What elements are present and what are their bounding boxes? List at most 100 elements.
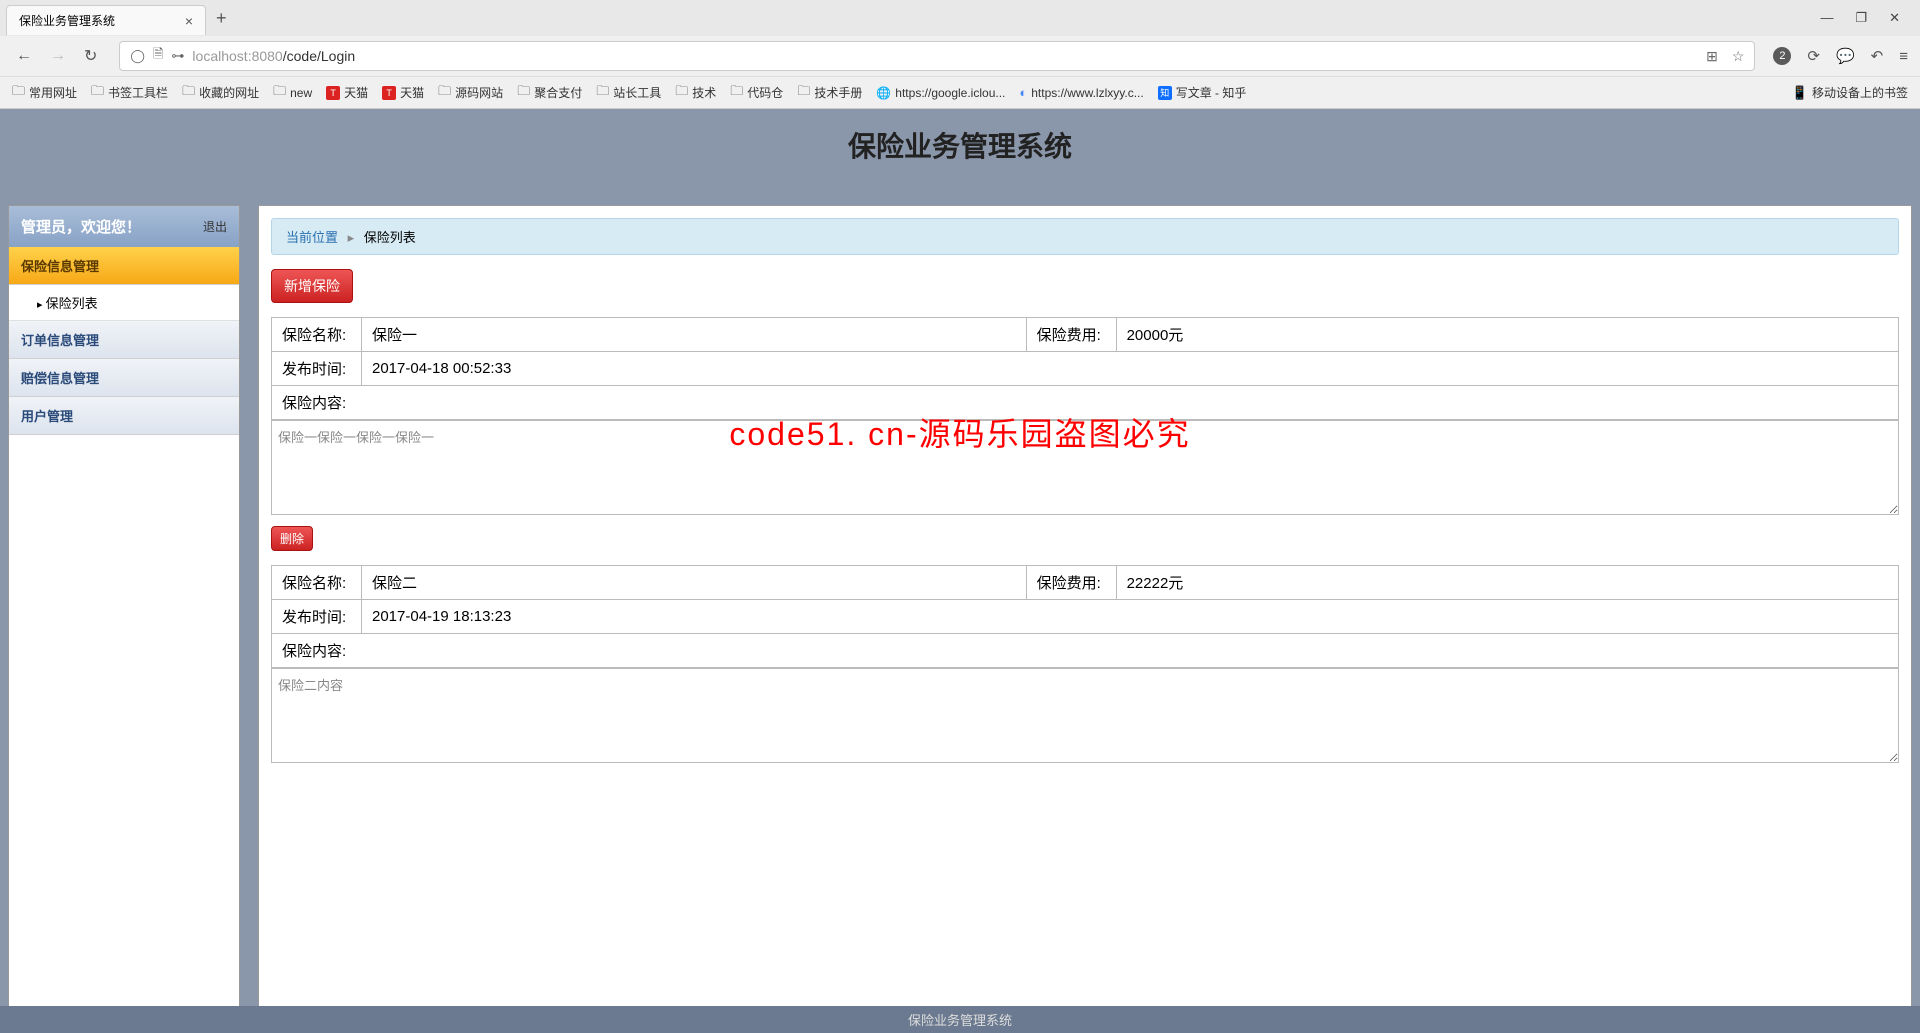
sync-icon[interactable]: ↶ xyxy=(1871,47,1884,65)
browser-tab[interactable]: 保险业务管理系统 × xyxy=(6,5,206,35)
footer: 保险业务管理系统 xyxy=(0,1006,1920,1033)
content-textarea[interactable] xyxy=(271,668,1899,763)
label-fee: 保险费用: xyxy=(1026,318,1116,352)
folder-icon xyxy=(797,82,810,104)
folder-icon xyxy=(273,82,286,104)
label-content: 保险内容: xyxy=(272,634,1899,668)
bookmark-item[interactable]: 代码仓 xyxy=(730,82,783,104)
tab-title: 保险业务管理系统 xyxy=(19,12,115,29)
bookmark-item[interactable]: T天猫 xyxy=(382,84,424,101)
value-fee: 22222元 xyxy=(1116,566,1898,600)
maximize-icon[interactable]: ❐ xyxy=(1855,10,1867,26)
sidebar-sub-insurance-list[interactable]: 保险列表 xyxy=(9,285,239,321)
bookmark-item[interactable]: new xyxy=(273,82,312,104)
url-path: /code/Login xyxy=(283,48,355,64)
bookmark-item[interactable]: T天猫 xyxy=(326,84,368,101)
bookmark-bar: 常用网址 书签工具栏 收藏的网址 new T天猫 T天猫 源码网站 聚合支付 站… xyxy=(0,76,1920,108)
app-container: 保险业务管理系统 管理员，欢迎您！ 退出 保险信息管理 保险列表 订单信息管理 … xyxy=(0,109,1920,1033)
close-window-icon[interactable]: ✕ xyxy=(1889,10,1900,26)
value-name: 保险二 xyxy=(362,566,1027,600)
url-host: localhost xyxy=(192,48,247,64)
shield-icon[interactable]: ◯ xyxy=(130,48,145,64)
site-info-icon[interactable]: 🗎 xyxy=(153,45,163,67)
back-icon[interactable]: ← xyxy=(12,43,36,69)
notification-badge[interactable]: 2 xyxy=(1773,47,1791,65)
record-table: 保险名称: 保险一 保险费用: 20000元 发布时间: 2017-04-18 … xyxy=(271,317,1899,420)
sidebar-item-claim-info[interactable]: 赔偿信息管理 xyxy=(9,359,239,397)
zhihu-icon: 知 xyxy=(1158,86,1172,100)
tmall-icon: T xyxy=(326,86,340,100)
page-title: 保险业务管理系统 xyxy=(0,109,1920,205)
value-publish: 2017-04-19 18:13:23 xyxy=(362,600,1899,634)
bookmark-item[interactable]: 书签工具栏 xyxy=(91,82,168,104)
bookmark-item[interactable]: https://google.iclou... xyxy=(876,85,1005,100)
welcome-text: 管理员，欢迎您！ xyxy=(21,216,141,237)
content-frame: 当前位置 ▸ 保险列表 新增保险 保险名称: 保险一 保险费用: 20000元 … xyxy=(258,205,1912,1019)
label-fee: 保险费用: xyxy=(1026,566,1116,600)
bookmark-item[interactable]: 源码网站 xyxy=(438,82,503,104)
globe-icon xyxy=(876,85,891,100)
url-bar[interactable]: ◯ 🗎 ⊶ localhost:8080/code/Login ⊞ ☆ xyxy=(119,41,1755,71)
forward-icon[interactable]: → xyxy=(46,43,70,69)
add-insurance-button[interactable]: 新增保险 xyxy=(271,269,353,303)
value-fee: 20000元 xyxy=(1116,318,1898,352)
breadcrumb-label: 当前位置 xyxy=(286,230,338,245)
main-area: 管理员，欢迎您！ 退出 保险信息管理 保险列表 订单信息管理 赔偿信息管理 用户… xyxy=(0,205,1920,1019)
browser-chrome: 保险业务管理系统 × + — ❐ ✕ ← → ↻ ◯ 🗎 ⊶ localhost… xyxy=(0,0,1920,109)
bookmark-mobile[interactable]: 📱移动设备上的书签 xyxy=(1792,84,1908,101)
bookmark-item[interactable]: 站长工具 xyxy=(596,82,661,104)
folder-icon xyxy=(675,82,688,104)
extension-icon[interactable]: ⟳ xyxy=(1807,47,1820,65)
bookmark-item[interactable]: 技术 xyxy=(675,82,716,104)
value-publish: 2017-04-18 00:52:33 xyxy=(362,352,1899,386)
folder-icon xyxy=(596,82,609,104)
sidebar-header: 管理员，欢迎您！ 退出 xyxy=(9,206,239,247)
label-content: 保险内容: xyxy=(272,386,1899,420)
bookmark-star-icon[interactable]: ☆ xyxy=(1732,48,1745,65)
folder-icon xyxy=(91,82,104,104)
folder-icon xyxy=(517,82,530,104)
reload-icon[interactable]: ↻ xyxy=(80,42,101,70)
bookmark-item[interactable]: https://www.lzlxyy.c... xyxy=(1019,85,1143,100)
content-scroll[interactable]: 当前位置 ▸ 保险列表 新增保险 保险名称: 保险一 保险费用: 20000元 … xyxy=(259,206,1911,1018)
bookmark-item[interactable]: 知写文章 - 知乎 xyxy=(1158,84,1247,101)
folder-icon xyxy=(182,82,195,104)
minimize-icon[interactable]: — xyxy=(1820,10,1833,26)
tab-bar: 保险业务管理系统 × + — ❐ ✕ xyxy=(0,0,1920,36)
tmall-icon: T xyxy=(382,86,396,100)
breadcrumb-page: 保险列表 xyxy=(364,230,416,245)
url-text: localhost:8080/code/Login xyxy=(192,48,1698,64)
close-tab-icon[interactable]: × xyxy=(185,13,193,29)
key-icon[interactable]: ⊶ xyxy=(171,48,184,64)
sidebar: 管理员，欢迎您！ 退出 保险信息管理 保险列表 订单信息管理 赔偿信息管理 用户… xyxy=(8,205,240,1019)
label-publish: 发布时间: xyxy=(272,600,362,634)
bookmark-item[interactable]: 技术手册 xyxy=(797,82,862,104)
sidebar-item-insurance-info[interactable]: 保险信息管理 xyxy=(9,247,239,285)
logout-button[interactable]: 退出 xyxy=(203,218,227,235)
label-publish: 发布时间: xyxy=(272,352,362,386)
chat-icon[interactable]: 💬 xyxy=(1836,47,1855,65)
url-actions: ⊞ ☆ xyxy=(1706,48,1744,65)
bookmark-item[interactable]: 聚合支付 xyxy=(517,82,582,104)
menu-icon[interactable]: ≡ xyxy=(1899,48,1908,65)
delete-button[interactable]: 删除 xyxy=(271,526,313,551)
qr-icon[interactable]: ⊞ xyxy=(1706,48,1718,65)
bookmark-item[interactable]: 常用网址 xyxy=(12,82,77,104)
record-table: 保险名称: 保险二 保险费用: 22222元 发布时间: 2017-04-19 … xyxy=(271,565,1899,668)
content-textarea[interactable] xyxy=(271,420,1899,515)
site-icon xyxy=(1019,85,1027,100)
folder-icon xyxy=(438,82,451,104)
sidebar-item-user-mgmt[interactable]: 用户管理 xyxy=(9,397,239,435)
sidebar-item-order-info[interactable]: 订单信息管理 xyxy=(9,321,239,359)
mobile-icon: 📱 xyxy=(1792,85,1808,101)
url-port: :8080 xyxy=(248,48,283,64)
window-controls: — ❐ ✕ xyxy=(1820,10,1914,26)
label-name: 保险名称: xyxy=(272,566,362,600)
value-name: 保险一 xyxy=(362,318,1027,352)
bookmark-item[interactable]: 收藏的网址 xyxy=(182,82,259,104)
chevron-right-icon: ▸ xyxy=(348,230,355,245)
breadcrumb: 当前位置 ▸ 保险列表 xyxy=(271,218,1899,255)
toolbar-icons: 2 ⟳ 💬 ↶ ≡ xyxy=(1773,47,1908,65)
new-tab-button[interactable]: + xyxy=(206,4,237,33)
folder-icon xyxy=(12,82,25,104)
